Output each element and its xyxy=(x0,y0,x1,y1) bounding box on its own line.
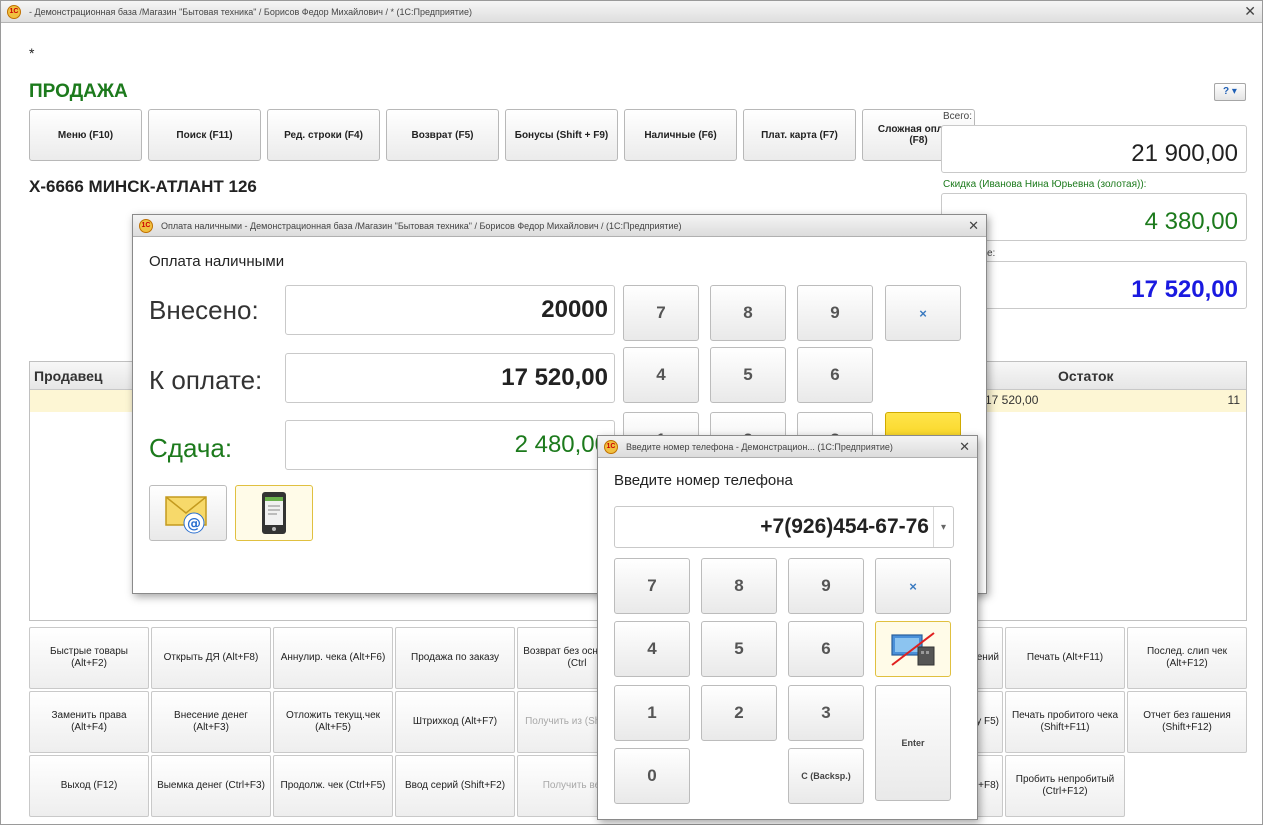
sms-receipt-button[interactable] xyxy=(235,485,313,541)
print-punched-receipt-button[interactable]: Печать пробитого чека (Shift+F11) xyxy=(1005,691,1125,753)
cash-key-6[interactable]: 6 xyxy=(797,347,873,403)
keyboard-off-icon xyxy=(891,632,935,666)
svg-text:@: @ xyxy=(187,516,201,532)
phone-key-2[interactable]: 2 xyxy=(701,685,777,741)
phone-key-6[interactable]: 6 xyxy=(788,621,864,677)
cash-key-clear[interactable]: × xyxy=(885,285,961,341)
paid-input[interactable]: 20000 xyxy=(285,285,615,335)
last-slip-button[interactable]: Послед. слип чек (Alt+F12) xyxy=(1127,627,1247,689)
cash-dialog-title: Оплата наличными - Демонстрационная база… xyxy=(161,220,682,231)
enter-button[interactable]: Enter xyxy=(875,685,951,801)
window-titlebar: 1С - Демонстрационная база /Магазин "Быт… xyxy=(1,1,1262,23)
phone-key-9[interactable]: 9 xyxy=(788,558,864,614)
phone-key-4[interactable]: 4 xyxy=(614,621,690,677)
open-drawer-button[interactable]: Открыть ДЯ (Alt+F8) xyxy=(151,627,271,689)
continue-receipt-button[interactable]: Продолж. чек (Ctrl+F5) xyxy=(273,755,393,817)
chevron-down-icon[interactable]: ▾ xyxy=(933,507,953,547)
enter-series-button[interactable]: Ввод серий (Shift+F2) xyxy=(395,755,515,817)
topay-dialog-value: 17 520,00 xyxy=(285,353,615,403)
column-rest[interactable]: Остаток xyxy=(1058,368,1114,384)
phone-key-clear[interactable]: × xyxy=(875,558,951,614)
topay-dialog-label: К оплате: xyxy=(149,365,263,395)
top-toolbar: Меню (F10) Поиск (F11) Ред. строки (F4) … xyxy=(29,109,981,161)
paid-label: Внесено: xyxy=(149,295,259,325)
email-receipt-button[interactable]: @ xyxy=(149,485,227,541)
phone-icon xyxy=(262,492,286,534)
search-button[interactable]: Поиск (F11) xyxy=(148,109,261,161)
email-icon: @ xyxy=(165,496,207,534)
menu-button[interactable]: Меню (F10) xyxy=(29,109,142,161)
backspace-button[interactable]: C (Backsp.) xyxy=(788,748,864,804)
phone-dialog-titlebar: 1С Введите номер телефона - Демонстрацио… xyxy=(598,436,977,458)
keyboard-toggle-button[interactable] xyxy=(875,621,951,677)
phone-key-8[interactable]: 8 xyxy=(701,558,777,614)
total-label: Всего: xyxy=(943,111,972,122)
phone-key-5[interactable]: 5 xyxy=(701,621,777,677)
phone-key-0[interactable]: 0 xyxy=(614,748,690,804)
page-title: ПРОДАЖА xyxy=(29,81,128,102)
phone-key-7[interactable]: 7 xyxy=(614,558,690,614)
help-button[interactable]: ? ▾ xyxy=(1214,83,1246,101)
postpone-receipt-button[interactable]: Отложить текущ.чек (Alt+F5) xyxy=(273,691,393,753)
change-label: Сдача: xyxy=(149,433,233,463)
sale-by-order-button[interactable]: Продажа по заказу xyxy=(395,627,515,689)
barcode-button[interactable]: Штрихкод (Alt+F7) xyxy=(395,691,515,753)
app-logo-icon: 1С xyxy=(604,439,618,454)
app-logo-icon: 1С xyxy=(7,4,21,19)
exit-button[interactable]: Выход (F12) xyxy=(29,755,149,817)
quick-goods-button[interactable]: Быстрые товары (Alt+F2) xyxy=(29,627,149,689)
return-button[interactable]: Возврат (F5) xyxy=(386,109,499,161)
cash-dialog-heading: Оплата наличными xyxy=(149,253,285,270)
cash-key-9[interactable]: 9 xyxy=(797,285,873,341)
cash-key-8[interactable]: 8 xyxy=(710,285,786,341)
card-button[interactable]: Плат. карта (F7) xyxy=(743,109,856,161)
topay-label: е: xyxy=(987,248,996,259)
cash-dialog-titlebar: 1С Оплата наличными - Демонстрационная б… xyxy=(133,215,986,237)
cash-in-button[interactable]: Внесение денег (Alt+F3) xyxy=(151,691,271,753)
cash-key-7[interactable]: 7 xyxy=(623,285,699,341)
close-icon[interactable]: ✕ xyxy=(959,439,970,455)
phone-dialog: 1С Введите номер телефона - Демонстрацио… xyxy=(597,435,978,820)
help-icon: ? xyxy=(1223,86,1230,97)
discount-label: Скидка (Иванова Нина Юрьевна (золотая)): xyxy=(943,179,1147,190)
product-title: Х-6666 МИНСК-АТЛАНТ 126 xyxy=(29,177,257,196)
phone-key-3[interactable]: 3 xyxy=(788,685,864,741)
total-value: 21 900,00 xyxy=(941,125,1247,173)
row-sum: 17 520,00 xyxy=(985,393,1039,407)
bonuses-button[interactable]: Бонусы (Shift + F9) xyxy=(505,109,618,161)
row-rest: 11 xyxy=(1227,393,1240,407)
modified-mark: * xyxy=(29,45,35,61)
phone-dialog-title: Введите номер телефона - Демонстрацион..… xyxy=(626,441,893,452)
phone-dialog-heading: Введите номер телефона xyxy=(614,472,793,489)
print-button[interactable]: Печать (Alt+F11) xyxy=(1005,627,1125,689)
cash-out-button[interactable]: Выемка денег (Ctrl+F3) xyxy=(151,755,271,817)
cash-button[interactable]: Наличные (F6) xyxy=(624,109,737,161)
cancel-receipt-button[interactable]: Аннулир. чека (Alt+F6) xyxy=(273,627,393,689)
phone-input[interactable]: +7(926)454-67-76 ▾ xyxy=(614,506,954,548)
cash-key-4[interactable]: 4 xyxy=(623,347,699,403)
close-icon[interactable]: ✕ xyxy=(1244,3,1256,20)
phone-key-1[interactable]: 1 xyxy=(614,685,690,741)
cash-key-5[interactable]: 5 xyxy=(710,347,786,403)
report-no-clear-button[interactable]: Отчет без гашения (Shift+F12) xyxy=(1127,691,1247,753)
punch-unpunched-button[interactable]: Пробить непробитый (Ctrl+F12) xyxy=(1005,755,1125,817)
close-icon[interactable]: ✕ xyxy=(968,218,979,234)
replace-rights-button[interactable]: Заменить права (Alt+F4) xyxy=(29,691,149,753)
window-title: - Демонстрационная база /Магазин "Бытова… xyxy=(29,6,472,17)
app-logo-icon: 1С xyxy=(139,218,153,233)
edit-row-button[interactable]: Ред. строки (F4) xyxy=(267,109,380,161)
phone-value: +7(926)454-67-76 xyxy=(760,515,929,538)
change-value: 2 480,00 xyxy=(285,420,615,470)
column-seller[interactable]: Продавец xyxy=(34,368,102,384)
